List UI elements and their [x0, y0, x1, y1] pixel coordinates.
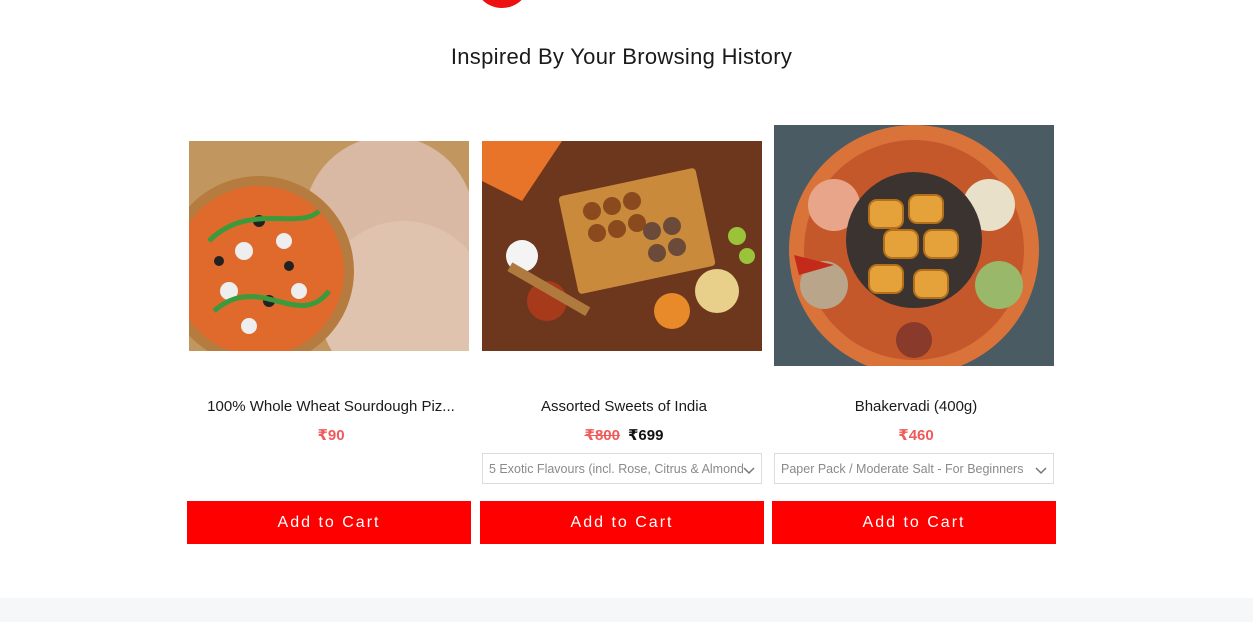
section-title: Inspired By Your Browsing History	[450, 44, 793, 69]
sale-price: ₹90	[317, 427, 345, 444]
variant-value: Paper Pack / Moderate Salt - For Beginne…	[781, 462, 1024, 476]
variant-select[interactable]: 5 Exotic Flavours (incl. Rose, Citrus & …	[482, 453, 762, 484]
product-image[interactable]	[482, 120, 762, 380]
original-price: ₹800	[584, 427, 620, 444]
footer-band	[0, 598, 1253, 622]
chevron-down-icon	[743, 463, 755, 475]
product-name[interactable]: Bhakervadi (400g)	[774, 398, 1058, 415]
product-price: ₹90	[189, 426, 473, 444]
sweets-box-photo-icon	[482, 141, 762, 351]
product-price: ₹800 ₹699	[482, 426, 766, 444]
pizza-base-photo-icon	[189, 141, 469, 351]
sale-price: ₹460	[898, 427, 934, 444]
add-to-cart-button[interactable]: Add to Cart	[772, 501, 1056, 544]
bhakervadi-bowl-photo-icon	[774, 125, 1054, 366]
product-card[interactable]: Assorted Sweets of India ₹800 ₹699 5 Exot…	[482, 120, 774, 550]
sale-price: ₹699	[628, 427, 664, 444]
product-name[interactable]: 100% Whole Wheat Sourdough Piz...	[189, 398, 473, 415]
product-name[interactable]: Assorted Sweets of India	[482, 398, 766, 415]
chevron-down-icon	[1035, 463, 1047, 475]
product-price: ₹460	[774, 426, 1058, 444]
add-to-cart-button[interactable]: Add to Cart	[187, 501, 471, 544]
variant-select[interactable]: Paper Pack / Moderate Salt - For Beginne…	[774, 453, 1054, 484]
add-to-cart-button[interactable]: Add to Cart	[480, 501, 764, 544]
product-card[interactable]: 100% Whole Wheat Sourdough Piz... ₹90	[189, 120, 481, 550]
variant-value: 5 Exotic Flavours (incl. Rose, Citrus & …	[489, 462, 744, 476]
product-image[interactable]	[774, 120, 1054, 380]
product-card[interactable]: Bhakervadi (400g) ₹460 Paper Pack / Mode…	[774, 120, 1066, 550]
brand-badge	[474, 0, 530, 8]
product-image[interactable]	[189, 120, 469, 380]
